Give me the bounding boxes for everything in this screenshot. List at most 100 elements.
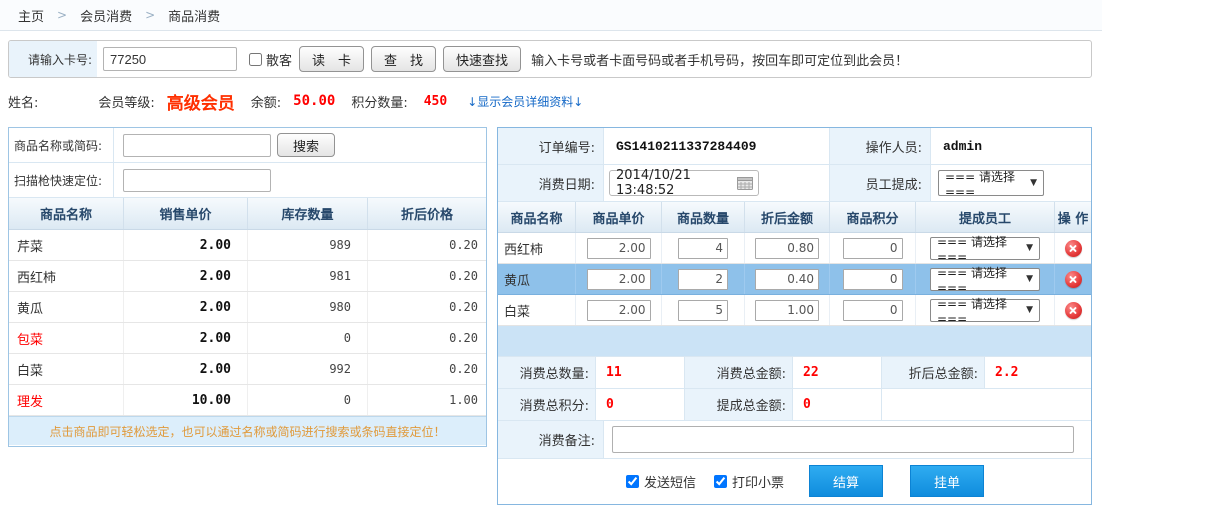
member-level-label: 会员等级: [98, 92, 154, 111]
product-panel-note: 点击商品即可轻松选定，也可以通过名称或简码进行搜索或条码直接定位！ [9, 416, 486, 445]
item-price-input[interactable] [587, 269, 651, 290]
product-discount-price: 0.20 [368, 230, 486, 260]
barcode-scan-input[interactable] [123, 169, 271, 192]
product-name: 白菜 [9, 354, 124, 384]
consume-date-label: 消费日期: [498, 165, 604, 201]
breadcrumb-separator-icon: > [145, 8, 155, 22]
col-header-operation: 操 作 [1055, 202, 1091, 232]
item-price-input[interactable] [587, 238, 651, 259]
product-name: 理发 [9, 385, 124, 415]
card-number-label: 请输入卡号: [9, 41, 97, 77]
item-points-input[interactable] [843, 238, 903, 259]
product-row[interactable]: 西红柿 2.00 981 0.20 [9, 261, 486, 292]
col-header-stock-qty: 库存数量 [248, 198, 368, 229]
read-card-button[interactable]: 读 卡 [299, 46, 364, 72]
delete-item-icon[interactable] [1065, 302, 1082, 319]
item-points-input[interactable] [843, 269, 903, 290]
product-search-label: 商品名称或简码: [9, 128, 114, 162]
product-row[interactable]: 理发 10.00 0 1.00 [9, 385, 486, 416]
col-header-discount-price: 折后价格 [368, 198, 486, 229]
product-row[interactable]: 芹菜 2.00 989 0.20 [9, 230, 486, 261]
card-lookup-hint: 输入卡号或者卡面号码或者手机号码，按回车即可定位到此会员！ [531, 50, 908, 69]
product-table-header: 商品名称 销售单价 库存数量 折后价格 [9, 198, 486, 230]
breadcrumb-item-home[interactable]: 主页 [18, 6, 44, 25]
operator-label: 操作人员: [830, 128, 931, 164]
product-name: 黄瓜 [9, 292, 124, 322]
send-sms-checkbox[interactable] [626, 475, 639, 488]
product-row[interactable]: 白菜 2.00 992 0.20 [9, 354, 486, 385]
operator-value: admin [931, 128, 1091, 164]
product-price: 2.00 [124, 354, 248, 384]
summary-empty-cell [882, 389, 1091, 420]
product-stock: 981 [248, 261, 368, 291]
item-qty-input[interactable] [678, 269, 728, 290]
find-button[interactable]: 查 找 [371, 46, 436, 72]
product-name: 西红柿 [9, 261, 124, 291]
consume-date-input[interactable]: 2014/10/21 13:48:52 [609, 170, 759, 196]
remark-label: 消费备注: [498, 421, 604, 458]
item-staff-select[interactable]: === 请选择 === ▼ [930, 268, 1040, 291]
col-header-item-name: 商品名称 [498, 202, 576, 232]
commission-total-label: 提成总金额: [685, 389, 793, 420]
delete-item-icon[interactable] [1065, 271, 1082, 288]
order-panel: 订单编号: GS1410211337284409 操作人员: admin 消费日… [497, 127, 1092, 505]
order-info-row-1: 订单编号: GS1410211337284409 操作人员: admin [498, 128, 1091, 165]
breadcrumb-item-member-consume[interactable]: 会员消费 [80, 6, 132, 25]
col-header-product-name: 商品名称 [9, 198, 124, 229]
member-name-label: 姓名: [8, 92, 38, 111]
staff-commission-select[interactable]: === 请选择 === ▼ [938, 170, 1044, 196]
quick-find-button[interactable]: 快速查找 [443, 46, 521, 72]
delete-item-icon[interactable] [1065, 240, 1082, 257]
item-price-input[interactable] [587, 300, 651, 321]
product-stock: 980 [248, 292, 368, 322]
remark-input[interactable] [612, 426, 1074, 453]
send-sms-label: 发送短信 [644, 472, 696, 491]
product-row[interactable]: 黄瓜 2.00 980 0.20 [9, 292, 486, 323]
select-value: === 请选择 === [937, 295, 1026, 326]
col-header-item-price: 商品单价 [576, 202, 662, 232]
order-table-header: 商品名称 商品单价 商品数量 折后金额 商品积分 提成员工 操 作 [498, 202, 1091, 233]
item-staff-select[interactable]: === 请选择 === ▼ [930, 237, 1040, 260]
item-name: 黄瓜 [498, 264, 576, 294]
item-qty-input[interactable] [678, 238, 728, 259]
product-search-button[interactable]: 搜索 [277, 133, 335, 157]
member-balance-value: 50.00 [293, 93, 335, 109]
calendar-icon[interactable] [737, 176, 753, 190]
col-header-sale-price: 销售单价 [124, 198, 248, 229]
walkin-checkbox[interactable] [249, 53, 262, 66]
order-no-label: 订单编号: [498, 128, 604, 164]
product-price: 10.00 [124, 385, 248, 415]
product-price: 2.00 [124, 292, 248, 322]
product-price: 2.00 [124, 230, 248, 260]
print-receipt-checkbox[interactable] [714, 475, 727, 488]
spacer-band [498, 326, 1091, 357]
consume-date-value: 2014/10/21 13:48:52 [616, 168, 737, 198]
settle-button[interactable]: 结算 [809, 465, 883, 497]
item-name: 西红柿 [498, 233, 576, 263]
product-discount-price: 0.20 [368, 261, 486, 291]
col-header-item-points: 商品积分 [830, 202, 916, 232]
chevron-down-icon: ▼ [1026, 305, 1033, 315]
hold-order-button[interactable]: 挂单 [910, 465, 984, 497]
product-row[interactable]: 包菜 2.00 0 0.20 [9, 323, 486, 354]
order-item-row: 西红柿 === 请选择 === ▼ [498, 233, 1091, 264]
product-search-input[interactable] [123, 134, 271, 157]
item-points-input[interactable] [843, 300, 903, 321]
product-stock: 0 [248, 323, 368, 353]
product-discount-price: 1.00 [368, 385, 486, 415]
card-number-input[interactable] [103, 47, 237, 71]
order-no-value: GS1410211337284409 [604, 128, 830, 164]
show-member-details-link[interactable]: ↓显示会员详细资料↓ [467, 93, 583, 110]
col-header-commission-staff: 提成员工 [916, 202, 1055, 232]
total-qty-label: 消费总数量: [498, 357, 596, 388]
total-points-value: 0 [596, 389, 685, 420]
select-value: === 请选择 === [937, 264, 1026, 295]
item-amount-input[interactable] [755, 238, 819, 259]
item-staff-select[interactable]: === 请选择 === ▼ [930, 299, 1040, 322]
item-qty-input[interactable] [678, 300, 728, 321]
product-discount-price: 0.20 [368, 323, 486, 353]
item-amount-input[interactable] [755, 269, 819, 290]
product-discount-price: 0.20 [368, 292, 486, 322]
product-list-panel: 商品名称或简码: 搜索 扫描枪快速定位: 商品名称 销售单价 库存数量 折后价格… [8, 127, 487, 447]
item-amount-input[interactable] [755, 300, 819, 321]
